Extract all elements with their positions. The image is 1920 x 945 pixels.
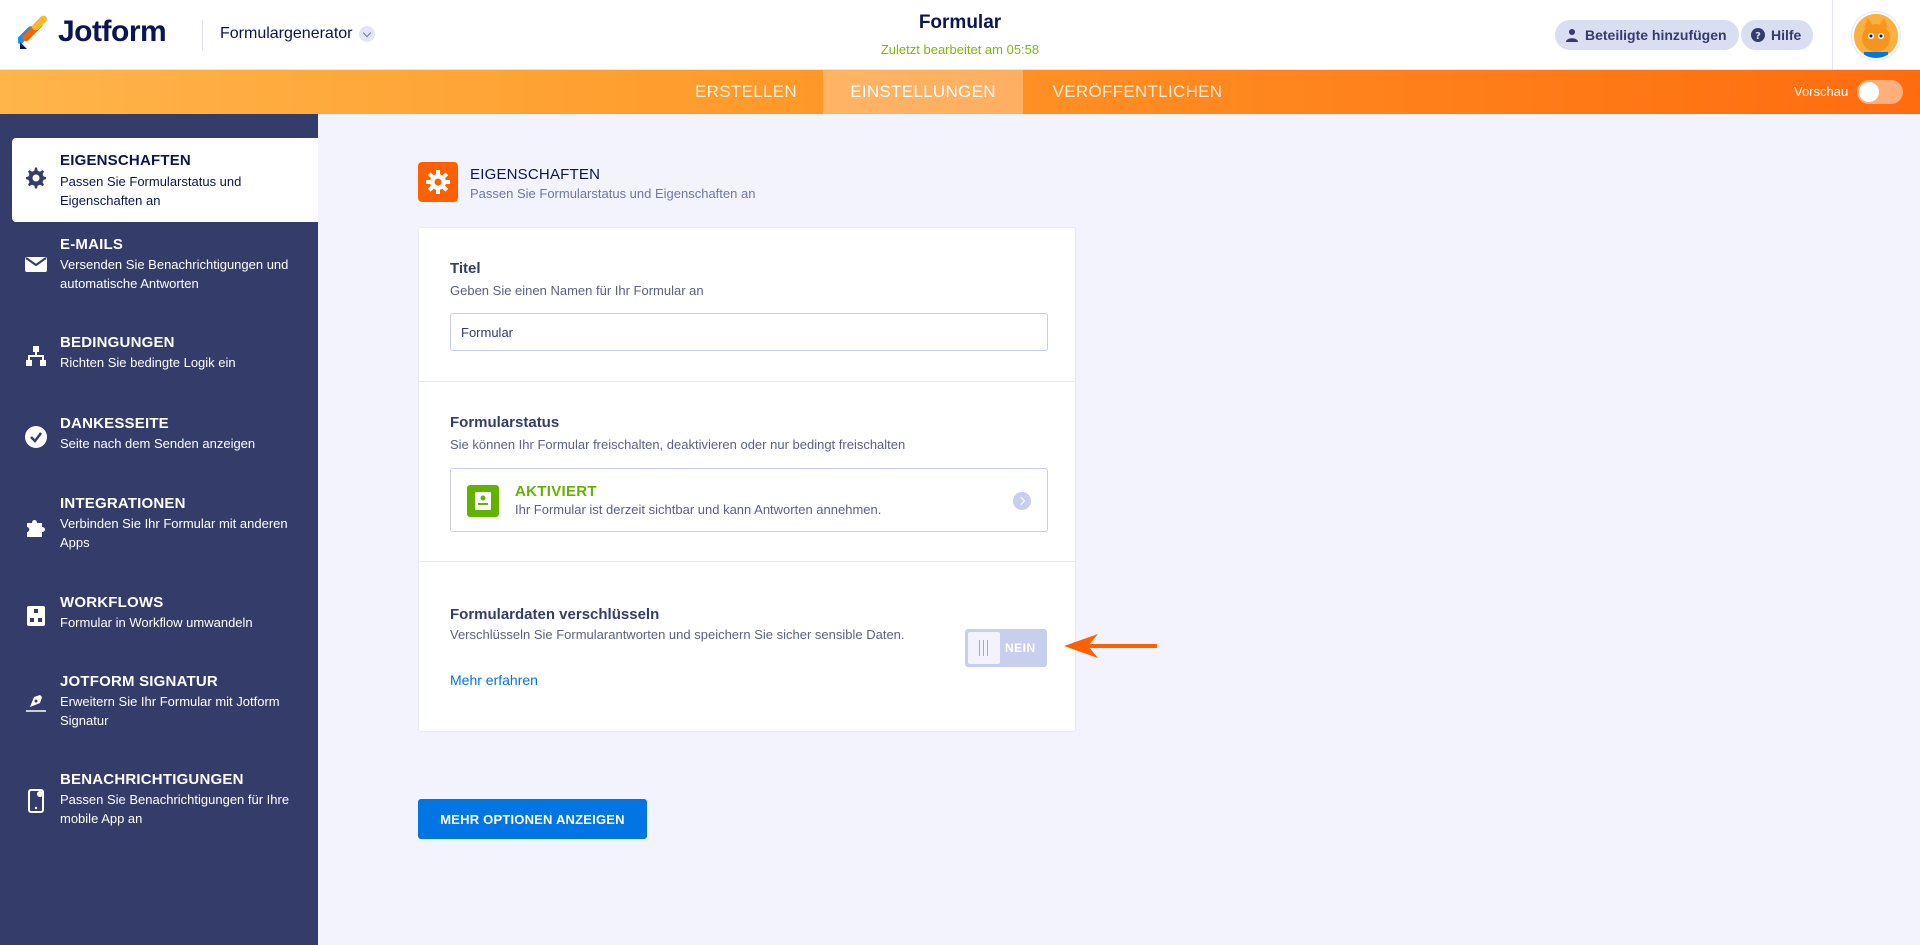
help-button[interactable]: ? Hilfe [1741,20,1814,50]
sidebar-item-title: EIGENSCHAFTEN [60,152,191,169]
puzzle-icon [24,515,48,539]
sidebar-item-desc: Richten Sie bedingte Logik ein [60,355,236,370]
status-field-label: Formularstatus [450,414,560,431]
sidebar-item-title: WORKFLOWS [60,594,164,611]
form-status-selector[interactable]: AKTIVIERT Ihr Formular ist derzeit sicht… [450,468,1048,532]
sidebar-item-notifications[interactable]: BENACHRICHTIGUNGEN Passen Sie Benachrich… [12,769,318,835]
sidebar-item-desc: Passen Sie Formularstatus und Eigenschaf… [60,174,242,208]
arrow-left-icon [1062,632,1158,660]
properties-card: Titel Geben Sie einen Namen für Ihr Form… [418,227,1076,732]
sidebar-item-properties[interactable]: EIGENSCHAFTEN Passen Sie Formularstatus … [12,138,318,222]
question-icon: ? [1751,28,1765,42]
title-field-desc: Geben Sie einen Namen für Ihr Formular a… [450,283,704,298]
sidebar-item-title: DANKESSEITE [60,415,169,432]
title-field-label: Titel [450,260,481,277]
header-divider-right [1832,0,1833,70]
page-subtitle: Passen Sie Formularstatus und Eigenschaf… [470,186,756,201]
sidebar-item-title: JOTFORM SIGNATUR [60,673,218,690]
status-desc: Ihr Formular ist derzeit sichtbar und ka… [515,502,882,517]
section-divider [419,381,1075,382]
sidebar-item-title: BENACHRICHTIGUNGEN [60,771,244,788]
tab-create[interactable]: ERSTELLEN [676,70,816,114]
toggle-state-label: NEIN [1005,641,1036,655]
sidebar-item-desc: Verbinden Sie Ihr Formular mit anderen A… [60,516,288,550]
flowchart-icon [24,344,48,368]
encrypt-toggle[interactable]: NEIN [965,629,1047,667]
form-active-icon [467,485,499,517]
sidebar-item-title: E-MAILS [60,236,124,253]
add-collaborators-button[interactable]: Beteiligte hinzufügen [1555,20,1739,50]
more-options-button[interactable]: MEHR OPTIONEN ANZEIGEN [418,799,647,839]
settings-gear-icon [418,162,458,202]
sidebar-item-title: BEDINGUNGEN [60,334,175,351]
sidebar-item-desc: Formular in Workflow umwandeln [60,615,253,630]
svg-text:?: ? [1755,31,1761,42]
help-label: Hilfe [1771,27,1802,43]
check-circle-icon [24,425,48,449]
status-field-desc: Sie können Ihr Formular freischalten, de… [450,437,906,452]
status-title: AKTIVIERT [515,483,597,500]
sidebar-item-desc: Versenden Sie Benachrichtigungen und aut… [60,257,289,291]
top-header: Jotform Formulargenerator Formular Zulet… [0,0,1920,70]
sidebar-item-jotform-sign[interactable]: JOTFORM SIGNATUR Erweitern Sie Ihr Formu… [12,671,318,737]
pen-icon [24,689,48,713]
sidebar-item-thankyou-page[interactable]: DANKESSEITE Seite nach dem Senden anzeig… [12,413,318,461]
sidebar-item-emails[interactable]: E-MAILS Versenden Sie Benachrichtigungen… [12,234,318,300]
section-divider [419,561,1075,562]
settings-sidebar: EIGENSCHAFTEN Passen Sie Formularstatus … [0,114,318,945]
chevron-right-icon [1013,492,1031,510]
form-title-input[interactable] [450,313,1048,351]
preview-label: Vorschau [1794,84,1849,99]
workflow-icon [24,604,48,628]
add-collaborators-label: Beteiligte hinzufügen [1585,27,1727,43]
tab-publish[interactable]: VERÖFFENTLICHEN [1030,70,1245,114]
sidebar-item-integrations[interactable]: INTEGRATIONEN Verbinden Sie Ihr Formular… [12,493,318,559]
sidebar-item-title: INTEGRATIONEN [60,495,186,512]
sidebar-item-conditions[interactable]: BEDINGUNGEN Richten Sie bedingte Logik e… [12,332,318,380]
sidebar-item-desc: Erweitern Sie Ihr Formular mit Jotform S… [60,694,280,728]
user-icon [1565,28,1579,42]
tab-settings[interactable]: EINSTELLUNGEN [823,70,1023,114]
learn-more-link[interactable]: Mehr erfahren [450,672,538,688]
user-avatar[interactable] [1852,12,1900,60]
envelope-icon [24,252,48,276]
encrypt-field-label: Formulardaten verschlüsseln [450,606,660,623]
encrypt-field-desc: Verschlüsseln Sie Formularantworten und … [450,627,905,642]
preview-toggle[interactable] [1857,80,1903,104]
mobile-icon [24,789,48,813]
toggle-knob [968,632,1000,664]
builder-tab-bar: ERSTELLEN EINSTELLUNGEN VERÖFFENTLICHEN [0,70,1920,114]
sidebar-item-workflows[interactable]: WORKFLOWS Formular in Workflow umwandeln [12,592,318,640]
gear-icon [24,166,48,190]
sidebar-item-desc: Passen Sie Benachrichtigungen für Ihre m… [60,792,290,826]
sidebar-item-desc: Seite nach dem Senden anzeigen [60,436,256,451]
page-title: EIGENSCHAFTEN [470,166,601,183]
